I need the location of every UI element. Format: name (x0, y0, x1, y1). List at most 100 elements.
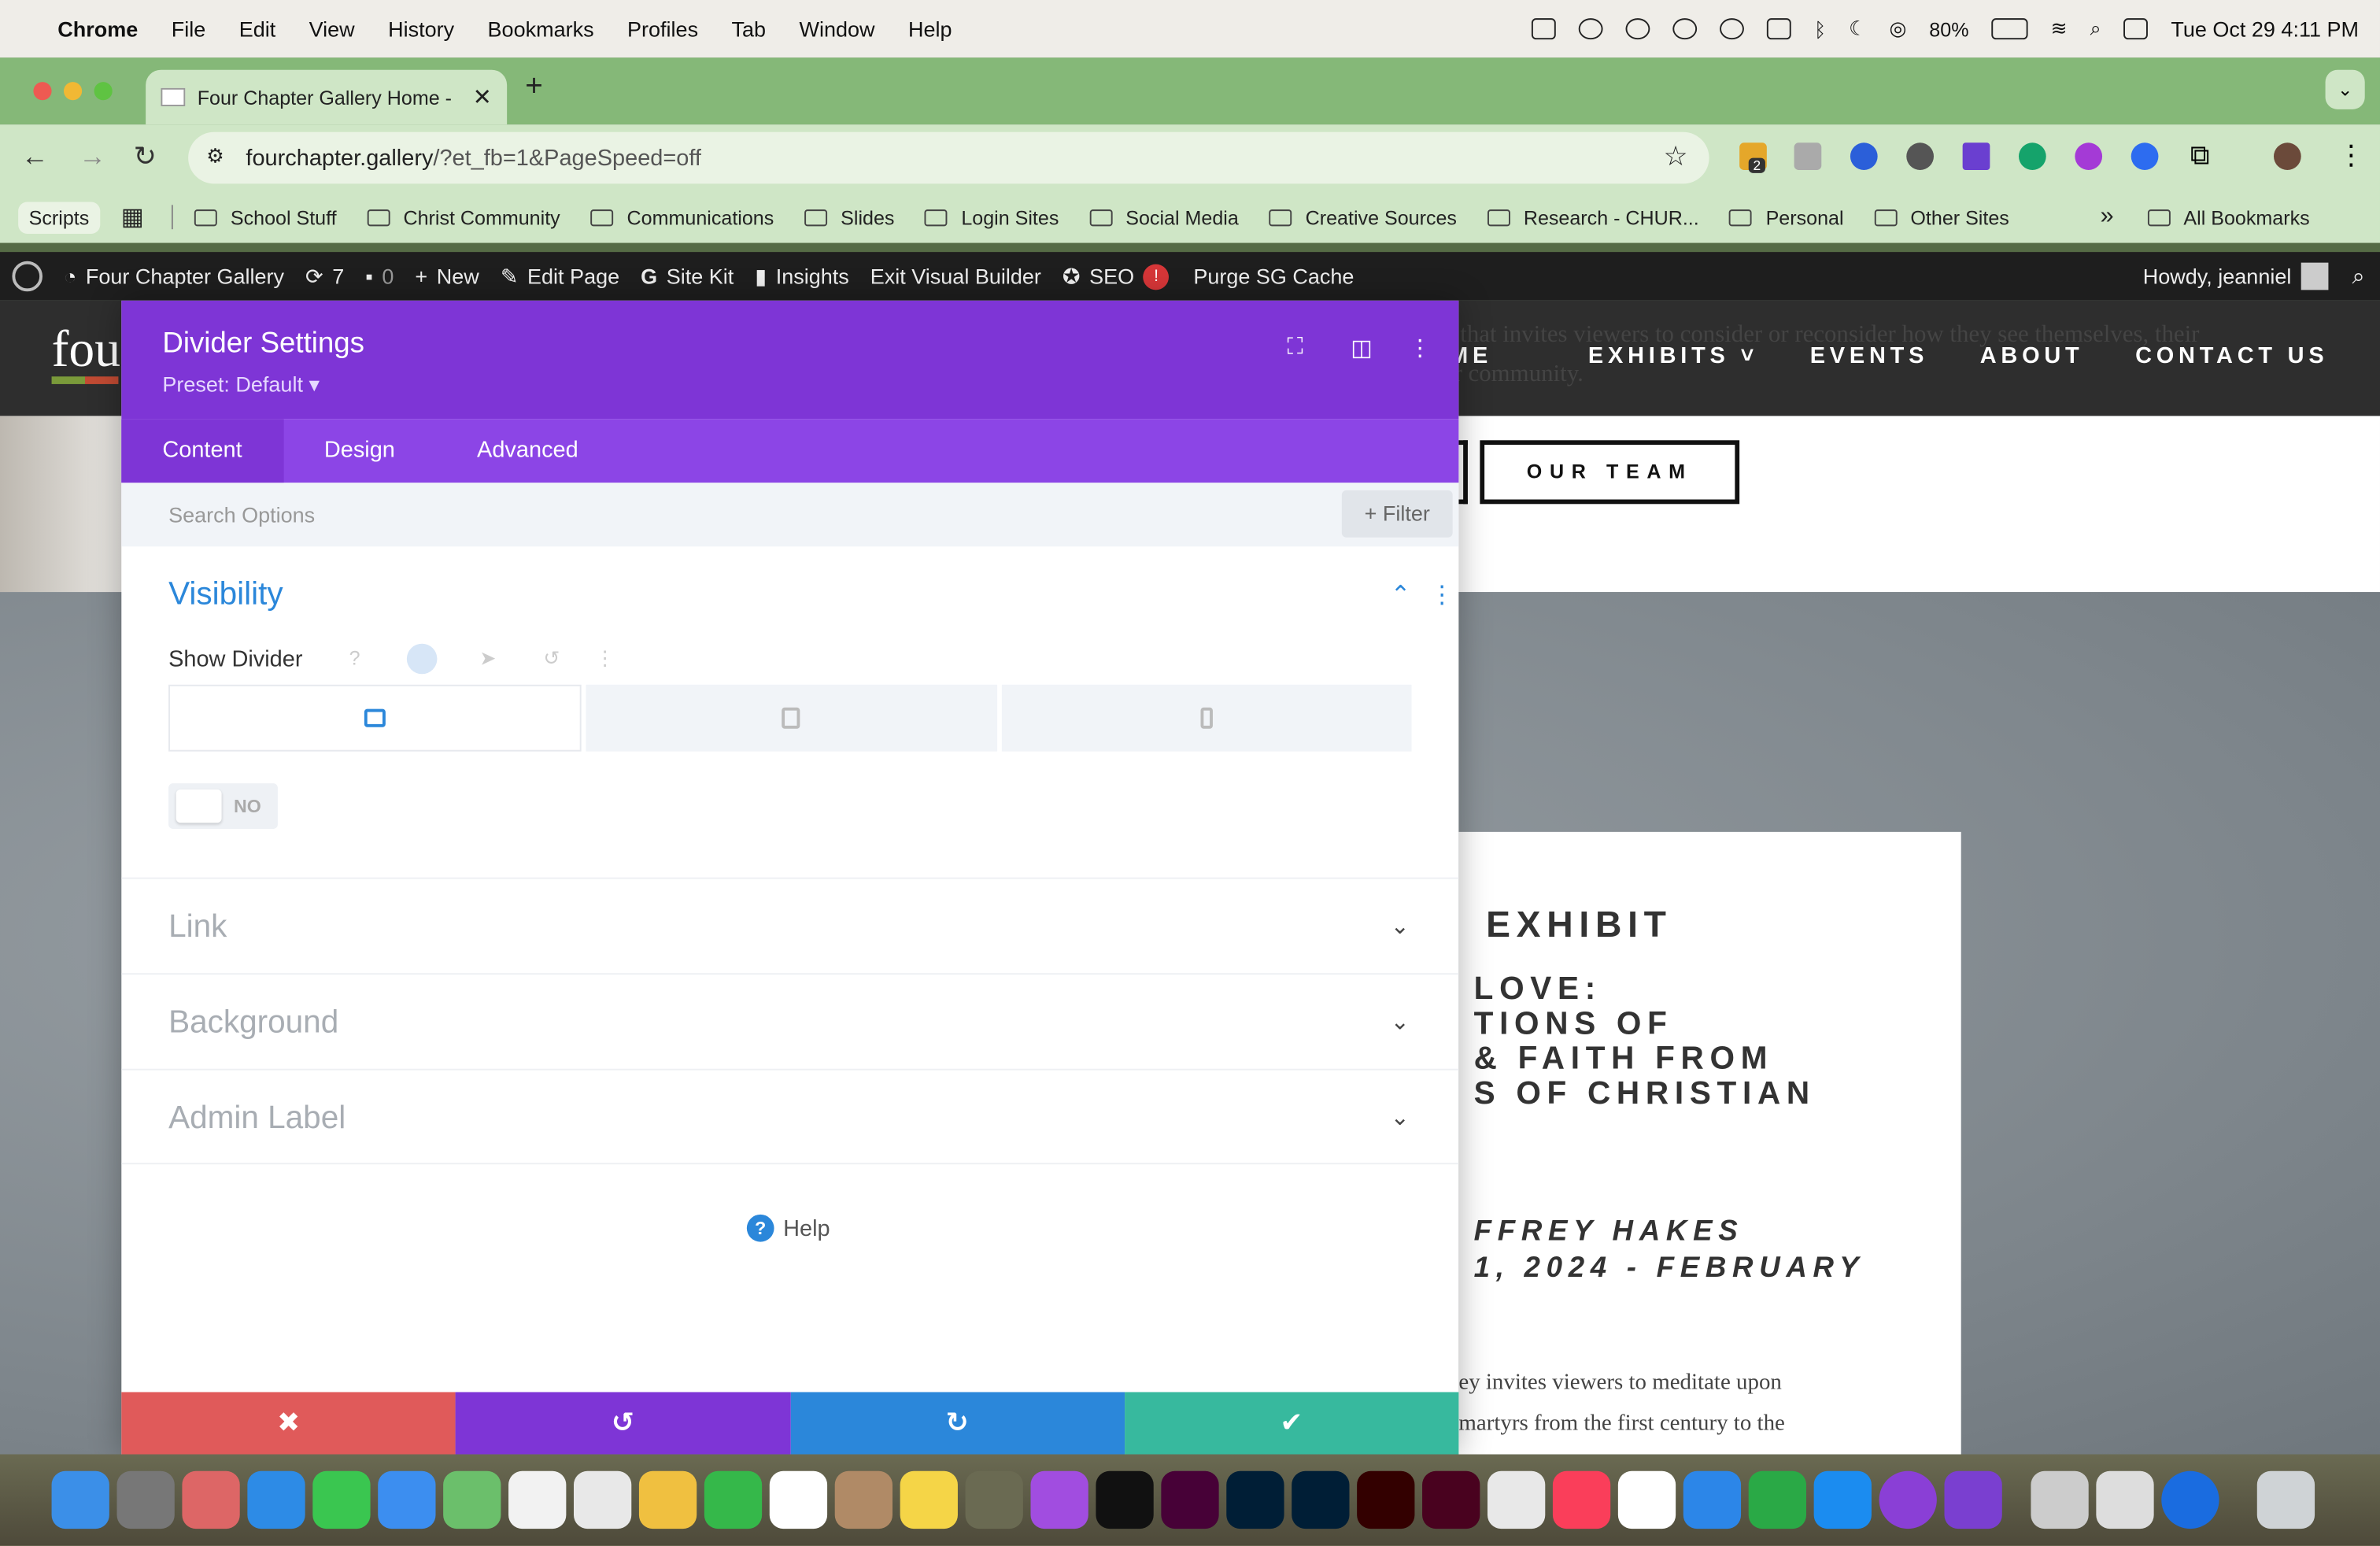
search-options-input[interactable]: Search Options (168, 502, 315, 527)
bookmark-scripts[interactable]: Scripts (18, 201, 100, 234)
bookmark-folder[interactable]: Slides (804, 205, 894, 228)
all-bookmarks[interactable]: All Bookmarks (2147, 205, 2310, 228)
extensions-puzzle-icon[interactable]: ⧉ (2190, 139, 2210, 171)
hover-cursor-icon[interactable]: ➤ (479, 647, 496, 671)
fullscreen-icon[interactable]: ⛶ (1287, 334, 1303, 360)
option-menu-icon[interactable]: ⋮ (595, 647, 615, 671)
extension-icon[interactable] (1906, 142, 1934, 170)
close-window-button[interactable] (33, 82, 52, 101)
maps-icon[interactable] (443, 1470, 501, 1529)
reminders-icon[interactable] (508, 1470, 567, 1529)
wp-site-name[interactable]: ◔ Four Chapter Gallery (64, 264, 284, 289)
nav-exhibits[interactable]: EXHIBITS ˅ (1588, 343, 1758, 369)
more-options-icon[interactable]: ⋮ (1409, 334, 1432, 361)
news-icon[interactable] (1617, 1470, 1676, 1529)
close-tab-icon[interactable]: ✕ (473, 83, 492, 111)
launchpad-icon[interactable] (182, 1470, 240, 1529)
save-button[interactable]: ✔ (1124, 1392, 1459, 1455)
grammarly-icon[interactable] (1672, 18, 1698, 40)
reload-icon[interactable]: ↻ (134, 141, 157, 172)
back-icon[interactable]: ← (21, 141, 49, 172)
visibility-section-title[interactable]: Visibility (168, 577, 283, 613)
bookmark-folder[interactable]: Creative Sources (1269, 205, 1457, 228)
battery-icon[interactable] (1991, 18, 2028, 40)
finder-icon[interactable] (51, 1470, 109, 1529)
photos-icon[interactable] (638, 1470, 697, 1529)
apps-grid-icon[interactable]: ▦ (121, 202, 144, 232)
wp-purge-cache[interactable]: Purge SG Cache (1193, 264, 1354, 289)
help-question-icon[interactable]: ? (349, 647, 360, 670)
site-info-icon[interactable]: ⚙ (206, 144, 224, 168)
mail-icon[interactable] (378, 1470, 436, 1529)
redo-button[interactable]: ↻ (789, 1392, 1125, 1455)
extension-icon[interactable] (1962, 142, 1990, 170)
menu-edit[interactable]: Edit (239, 17, 276, 41)
wp-seo[interactable]: ✪ SEO! (1062, 263, 1170, 290)
preset-dropdown[interactable]: Preset: Default ▾ (162, 372, 320, 398)
contacts-icon[interactable] (834, 1470, 893, 1529)
site-logo[interactable]: fou (52, 322, 120, 379)
spotlight-icon[interactable]: ⌕ (2090, 17, 2101, 41)
cursor-app-icon[interactable] (1879, 1470, 1937, 1529)
show-divider-toggle[interactable]: NO (168, 783, 278, 829)
lightroom-icon[interactable] (1226, 1470, 1284, 1529)
bookmark-star-icon[interactable]: ☆ (1663, 141, 1687, 172)
podcasts-icon[interactable] (1030, 1470, 1088, 1529)
music-icon[interactable] (1552, 1470, 1611, 1529)
menu-file[interactable]: File (172, 17, 206, 41)
wp-new[interactable]: + New (415, 264, 479, 289)
wp-site-kit[interactable]: G Site Kit (641, 264, 734, 289)
cancel-button[interactable]: ✖ (121, 1392, 456, 1455)
notes-icon[interactable] (900, 1470, 958, 1529)
app-store-icon[interactable] (1813, 1470, 1872, 1529)
extension-icon[interactable] (1850, 142, 1878, 170)
undo-button[interactable]: ↺ (456, 1392, 790, 1455)
control-center-icon[interactable] (2123, 18, 2149, 40)
wp-howdy[interactable]: Howdy, jeanniel (2143, 262, 2328, 290)
bookmark-folder[interactable]: Christ Community (367, 205, 560, 228)
grammarly-extension-icon[interactable] (2018, 142, 2046, 170)
status-icon[interactable] (1579, 18, 1604, 40)
camera-extension-icon[interactable] (1794, 142, 1822, 170)
menu-view[interactable]: View (309, 17, 355, 41)
bookmark-folder[interactable]: Personal (1729, 205, 1844, 228)
profile-avatar[interactable] (2273, 142, 2301, 170)
tab-design[interactable]: Design (283, 419, 436, 483)
section-menu-icon[interactable]: ⋮ (1430, 580, 1454, 611)
tab-search-chevron-icon[interactable]: ⌄ (2325, 69, 2365, 109)
help-link[interactable]: ? Help (746, 1214, 830, 1242)
display-icon[interactable] (1767, 18, 1792, 40)
minimize-window-button[interactable] (63, 82, 83, 101)
tab-advanced[interactable]: Advanced (436, 419, 619, 483)
numbers-icon[interactable] (1748, 1470, 1806, 1529)
filter-button[interactable]: + Filter (1341, 490, 1453, 538)
background-section[interactable]: Background ⌄ (121, 973, 1459, 1068)
focus-moon-icon[interactable]: ☾ (1849, 17, 1866, 41)
menu-app-name[interactable]: Chrome (57, 17, 138, 41)
messages-icon[interactable] (312, 1470, 371, 1529)
nav-events[interactable]: EVENTS (1810, 343, 1928, 369)
system-settings-icon[interactable] (116, 1470, 175, 1529)
bookmark-folder[interactable]: Login Sites (925, 205, 1059, 228)
reset-icon[interactable]: ↺ (543, 647, 560, 671)
zoom-window-button[interactable] (94, 82, 113, 101)
calendar-icon[interactable] (769, 1470, 828, 1529)
photoshop-icon[interactable] (1292, 1470, 1350, 1529)
snap-sidebar-icon[interactable]: ◫ (1351, 334, 1372, 361)
wordpress-logo-icon[interactable] (12, 261, 42, 292)
illustrator-icon[interactable] (1357, 1470, 1415, 1529)
printer-icon[interactable] (2096, 1470, 2154, 1529)
wifi-icon[interactable]: ≋ (2051, 17, 2068, 41)
menu-window[interactable]: Window (799, 17, 874, 41)
desktop-tab[interactable] (168, 684, 582, 752)
chrome-icon[interactable] (573, 1470, 632, 1529)
chevron-up-icon[interactable]: ⌃ (1391, 580, 1411, 611)
responsive-toggle-icon[interactable] (406, 643, 438, 675)
apple-tv-icon[interactable] (1096, 1470, 1154, 1529)
menu-profiles[interactable]: Profiles (627, 17, 698, 41)
nav-contact[interactable]: CONTACT US (2135, 343, 2328, 369)
wp-exit-visual-builder[interactable]: Exit Visual Builder (870, 264, 1041, 289)
acrobat-icon[interactable] (1487, 1470, 1546, 1529)
nav-about[interactable]: ABOUT (1980, 343, 2084, 369)
address-bar[interactable]: ⚙ fourchapter.gallery/?et_fb=1&PageSpeed… (188, 131, 1709, 184)
